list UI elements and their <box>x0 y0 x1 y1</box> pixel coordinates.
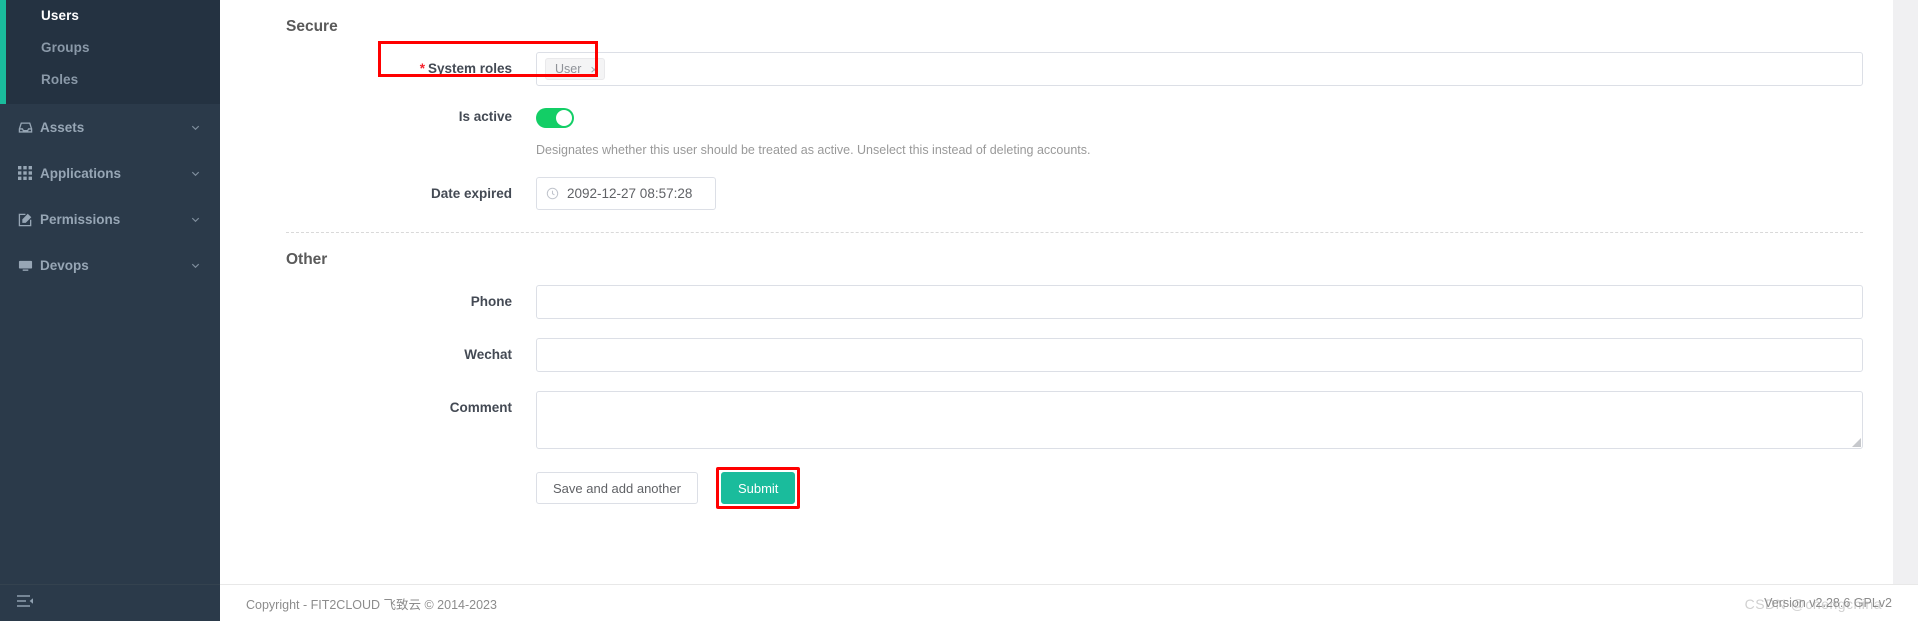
sidebar-item-permissions[interactable]: Permissions <box>0 196 220 242</box>
sidebar-item-applications[interactable]: Applications <box>0 150 220 196</box>
form-row-comment: Comment <box>286 391 1863 449</box>
toggle-knob <box>556 110 572 126</box>
sidebar-item-users[interactable]: Users <box>0 0 220 32</box>
system-roles-label-text: System roles <box>427 61 512 76</box>
date-expired-label: Date expired <box>430 186 512 201</box>
sidebar-item-devops-label: Devops <box>40 257 89 273</box>
close-icon[interactable]: × <box>590 63 598 76</box>
wechat-label: Wechat <box>464 347 512 362</box>
is-active-help-text: Designates whether this user should be t… <box>536 143 1091 157</box>
page-footer: Copyright - FIT2CLOUD 飞致云 © 2014-2023 Ve… <box>220 584 1918 621</box>
comment-label: Comment <box>449 400 512 415</box>
sidebar-nav: Users Groups Roles Assets Applications P… <box>0 0 220 584</box>
comment-textarea-wrap <box>536 391 1863 449</box>
chevron-down-icon <box>188 168 202 179</box>
user-form-card: Secure * System roles User × Is active D… <box>220 0 1893 584</box>
phone-label: Phone <box>470 294 512 309</box>
footer-version: Version v2.28.6 GPLv2 <box>1764 596 1892 610</box>
grid-icon <box>18 166 40 180</box>
clock-icon <box>546 187 559 200</box>
submit-highlight: Submit <box>715 467 801 509</box>
system-roles-field: User × <box>536 52 1863 86</box>
form-row-wechat: Wechat <box>286 338 1863 372</box>
footer-copyright: Copyright - FIT2CLOUD 飞致云 © 2014-2023 <box>246 597 497 612</box>
role-tag-user-label: User <box>555 62 582 76</box>
sidebar-item-applications-label: Applications <box>40 165 122 181</box>
sidebar-item-devops[interactable]: Devops <box>0 242 220 288</box>
sidebar-item-roles-label: Roles <box>41 72 79 87</box>
sidebar: Users Groups Roles Assets Applications P… <box>0 0 220 621</box>
system-roles-label: * System roles <box>286 52 536 86</box>
date-expired-input[interactable]: 2092-12-27 08:57:28 <box>536 177 716 210</box>
comment-field <box>536 391 1863 449</box>
sidebar-item-roles[interactable]: Roles <box>0 64 220 96</box>
phone-field <box>536 285 1863 319</box>
is-active-label: Is active <box>458 109 512 124</box>
section-title-other: Other <box>286 251 328 268</box>
form-row-date-expired: Date expired 2092-12-27 08:57:28 <box>286 177 1863 211</box>
submit-button[interactable]: Submit <box>720 472 796 504</box>
required-star: * <box>419 61 425 76</box>
is-active-field: Designates whether this user should be t… <box>536 100 1863 159</box>
main-area: Secure * System roles User × Is active D… <box>220 0 1918 621</box>
sidebar-item-users-label: Users <box>41 8 80 23</box>
comment-textarea[interactable] <box>537 392 1862 448</box>
wechat-field <box>536 338 1863 372</box>
is-active-toggle[interactable] <box>536 108 574 128</box>
inbox-icon <box>18 120 40 135</box>
sidebar-item-groups[interactable]: Groups <box>0 32 220 64</box>
chevron-down-icon <box>188 260 202 271</box>
date-expired-field: 2092-12-27 08:57:28 <box>536 177 1863 210</box>
sidebar-item-groups-label: Groups <box>41 40 90 55</box>
wechat-input[interactable] <box>536 338 1863 372</box>
phone-input[interactable] <box>536 285 1863 319</box>
sidebar-users-subgroup: Users Groups Roles <box>0 0 220 104</box>
form-inner: Secure * System roles User × Is active D… <box>220 0 1893 509</box>
role-tag-user[interactable]: User × <box>545 58 605 80</box>
chevron-down-icon <box>188 122 202 133</box>
save-and-add-another-button[interactable]: Save and add another <box>536 472 698 504</box>
form-row-system-roles: * System roles User × <box>286 52 1863 86</box>
edit-square-icon <box>18 212 40 227</box>
sidebar-collapse-button[interactable] <box>0 584 220 621</box>
menu-collapse-icon <box>16 593 34 614</box>
sidebar-item-assets-label: Assets <box>40 119 85 135</box>
date-expired-value: 2092-12-27 08:57:28 <box>567 186 693 201</box>
form-row-phone: Phone <box>286 285 1863 319</box>
section-title-secure: Secure <box>286 18 338 35</box>
system-roles-select[interactable]: User × <box>536 52 1863 86</box>
form-row-is-active: Is active Designates whether this user s… <box>286 100 1863 159</box>
form-actions: Save and add another Submit <box>286 467 1863 509</box>
sidebar-item-assets[interactable]: Assets <box>0 104 220 150</box>
monitor-icon <box>18 258 40 273</box>
chevron-down-icon <box>188 214 202 225</box>
app-root: Users Groups Roles Assets Applications P… <box>0 0 1918 621</box>
sidebar-item-permissions-label: Permissions <box>40 211 121 227</box>
